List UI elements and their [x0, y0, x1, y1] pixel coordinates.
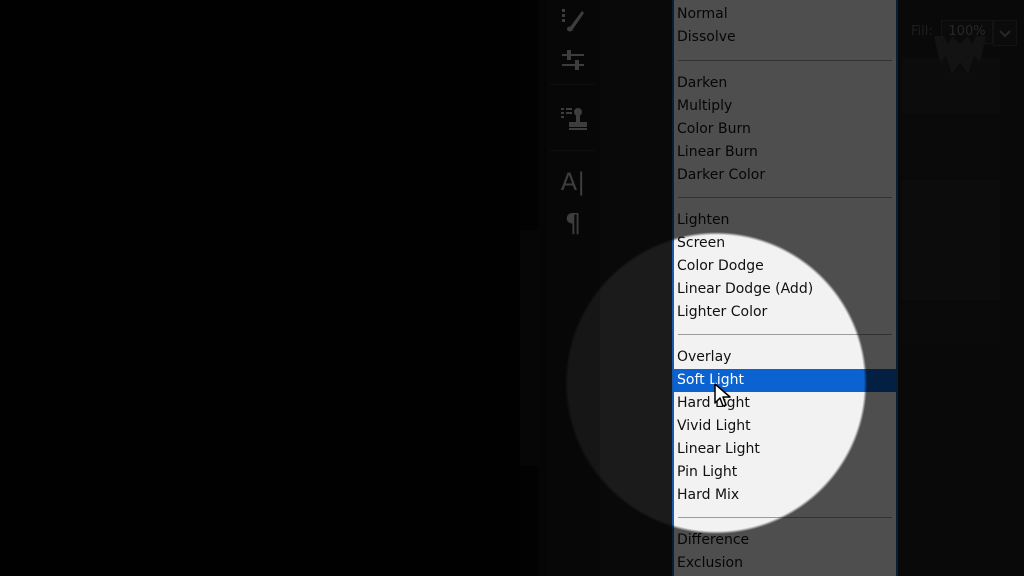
blend-mode-soft-light[interactable]: Soft Light — [674, 369, 896, 392]
brush-icon — [562, 9, 584, 32]
layer-row[interactable] — [902, 180, 1000, 300]
blend-mode-darker-color[interactable]: Darker Color — [674, 164, 896, 187]
blend-mode-linear-dodge[interactable]: Linear Dodge (Add) — [674, 278, 896, 301]
brush-tool-button[interactable] — [546, 0, 600, 40]
canvas-scrollbar[interactable] — [520, 230, 538, 466]
layer-row[interactable] — [902, 304, 1000, 344]
menu-separator — [678, 60, 892, 61]
watermark-logo-icon — [934, 36, 986, 74]
tool-separator — [550, 150, 596, 151]
tool-separator — [550, 84, 596, 85]
blend-mode-pin-light[interactable]: Pin Light — [674, 461, 896, 484]
fill-dropdown-button[interactable] — [993, 20, 1017, 46]
blend-mode-dissolve[interactable]: Dissolve — [674, 26, 896, 49]
blend-mode-hard-mix[interactable]: Hard Mix — [674, 484, 896, 507]
tool-panel: A| ¶ — [546, 0, 600, 576]
blend-mode-color-dodge[interactable]: Color Dodge — [674, 255, 896, 278]
blend-mode-overlay[interactable]: Overlay — [674, 346, 896, 369]
clone-stamp-tool-button[interactable] — [546, 98, 600, 138]
blend-mode-multiply[interactable]: Multiply — [674, 95, 896, 118]
mouse-cursor-icon — [714, 383, 731, 407]
chevron-down-icon — [999, 30, 1011, 38]
blend-mode-hard-light[interactable]: Hard Light — [674, 392, 896, 415]
document-canvas[interactable] — [0, 0, 520, 576]
blend-mode-exclusion[interactable]: Exclusion — [674, 552, 896, 575]
blend-mode-linear-light[interactable]: Linear Light — [674, 438, 896, 461]
layer-row[interactable] — [902, 118, 1000, 176]
adjust-sliders-icon — [562, 50, 584, 70]
paragraph-icon: ¶ — [564, 209, 582, 239]
character-panel-button[interactable]: A| — [546, 162, 600, 202]
blend-mode-darken[interactable]: Darken — [674, 72, 896, 95]
blend-mode-color-burn[interactable]: Color Burn — [674, 118, 896, 141]
blend-mode-normal[interactable]: Normal — [674, 3, 896, 26]
blend-mode-screen[interactable]: Screen — [674, 232, 896, 255]
adjustments-tool-button[interactable] — [546, 40, 600, 80]
blend-mode-linear-burn[interactable]: Linear Burn — [674, 141, 896, 164]
paragraph-panel-button[interactable]: ¶ — [546, 204, 600, 244]
menu-separator — [678, 334, 892, 335]
panel-divider — [538, 0, 546, 576]
blend-mode-difference[interactable]: Difference — [674, 529, 896, 552]
blend-mode-vivid-light[interactable]: Vivid Light — [674, 415, 896, 438]
blend-mode-lighten[interactable]: Lighten — [674, 209, 896, 232]
menu-separator — [678, 517, 892, 518]
character-text-icon: A| — [560, 168, 586, 196]
clone-stamp-icon — [561, 108, 587, 130]
menu-separator — [678, 197, 892, 198]
blend-mode-menu[interactable]: Normal Dissolve Darken Multiply Color Bu… — [672, 0, 898, 576]
blend-mode-lighter-color[interactable]: Lighter Color — [674, 301, 896, 324]
